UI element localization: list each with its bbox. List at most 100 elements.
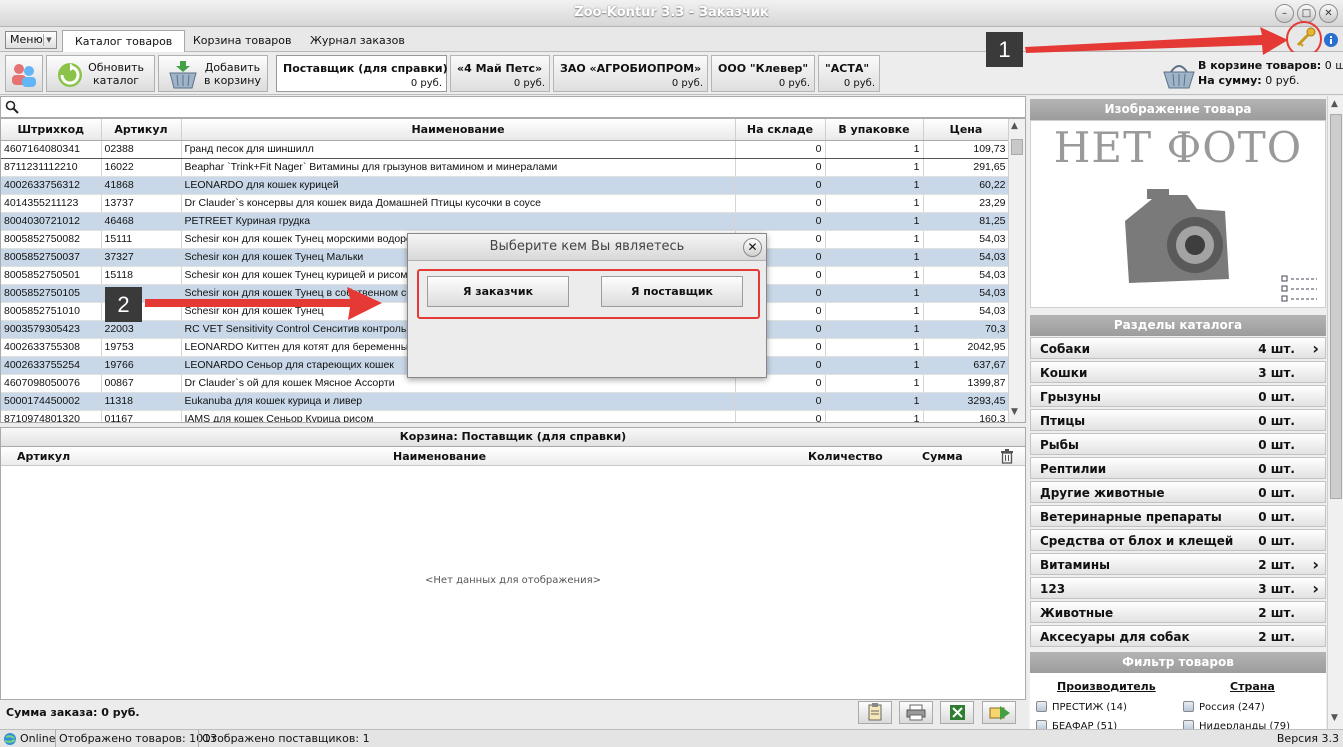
print-button[interactable]: [899, 701, 933, 724]
category-item[interactable]: Животные 2 шт.: [1030, 601, 1326, 623]
table-cell: 37327: [101, 248, 182, 267]
table-cell: 8005852750082: [1, 230, 102, 249]
table-row[interactable]: 8711231112210 16022 Beaphar `Trink+Fit Nag…: [1, 158, 1010, 177]
category-item[interactable]: Собаки 4 шт. ›: [1030, 337, 1326, 359]
supplier-button[interactable]: Я поставщик: [601, 276, 743, 307]
scroll-up-icon[interactable]: ▲: [1011, 121, 1018, 131]
role-dialog: Выберите кем Вы являетесь ✕ Я заказчик Я…: [407, 233, 767, 378]
category-item[interactable]: Грызуны 0 шт.: [1030, 385, 1326, 407]
table-cell: Beaphar `Trink+Fit Nager` Витамины для г…: [181, 158, 736, 177]
cart-sum-value: 0 руб.: [1265, 74, 1300, 87]
dialog-close-icon[interactable]: ✕: [743, 238, 762, 257]
right-panel-scrollbar[interactable]: ▲ ▼: [1327, 96, 1343, 729]
category-count: 0 шт.: [1258, 438, 1295, 452]
users-button[interactable]: [5, 55, 43, 92]
catalog-col-header[interactable]: Цена: [923, 119, 1010, 141]
catalog-col-header[interactable]: Штрихкод: [1, 119, 102, 141]
table-row[interactable]: 4002633756312 41868 LEONARDO для кошек кур…: [1, 176, 1010, 195]
table-cell: 54,03: [923, 230, 1010, 249]
table-row[interactable]: 4607164080341 02388 Гранд песок для шиншил…: [1, 139, 1010, 159]
category-item[interactable]: Рептилии 0 шт.: [1030, 457, 1326, 479]
add-to-cart-button[interactable]: Добавить в корзину: [158, 55, 268, 92]
table-row[interactable]: 5000174450002 11318 Eukanuba для кошек кур…: [1, 392, 1010, 411]
table-cell: 19766: [101, 356, 182, 375]
scroll-down-icon[interactable]: ▼: [1011, 407, 1018, 417]
table-cell: 0: [735, 410, 826, 422]
filter-country-item[interactable]: Россия (247): [1183, 701, 1265, 713]
catalog-col-header[interactable]: На складе: [735, 119, 826, 141]
search-input[interactable]: [0, 96, 1026, 118]
supplier-sum: 0 руб.: [410, 78, 442, 89]
supplier-tab-klever[interactable]: ООО "Клевер" 0 руб.: [711, 55, 815, 92]
trash-icon[interactable]: [1000, 449, 1014, 464]
filter-producer-item[interactable]: ПРЕСТИЖ (14): [1036, 701, 1127, 713]
catalog-col-header[interactable]: Наименование: [181, 119, 736, 141]
category-name: Грызуны: [1040, 390, 1102, 404]
info-icon[interactable]: [1323, 32, 1339, 48]
send-icon: [989, 706, 1010, 720]
cart-col-name[interactable]: Наименование: [393, 450, 486, 463]
list-view-icon[interactable]: [1281, 275, 1319, 303]
filter-country-label[interactable]: Страна: [1230, 680, 1275, 693]
category-item[interactable]: Аксесуары для собак 2 шт.: [1030, 625, 1326, 647]
status-version: Версия 3.3: [1276, 732, 1339, 745]
category-name: Рыбы: [1040, 438, 1079, 452]
menu-button[interactable]: Меню ▼: [5, 31, 57, 49]
table-cell: 8710974801320: [1, 410, 102, 422]
chevron-right-icon[interactable]: ›: [1312, 339, 1319, 358]
supplier-tab-reference[interactable]: Поставщик (для справки) 0 руб.: [276, 55, 448, 92]
tab-cart[interactable]: Корзина товаров: [181, 30, 304, 52]
table-cell: 8005852750037: [1, 248, 102, 267]
empty-message: <Нет данных для отображения>: [425, 575, 601, 586]
chevron-right-icon[interactable]: ›: [1312, 579, 1319, 598]
supplier-tab-agrobioprom[interactable]: ЗАО «АГРОБИОПРОМ» 0 руб.: [553, 55, 708, 92]
checkbox[interactable]: [1036, 701, 1047, 712]
category-item[interactable]: Другие животные 0 шт.: [1030, 481, 1326, 503]
supplier-tab-4may[interactable]: «4 Май Петс» 0 руб.: [450, 55, 550, 92]
table-cell: 1: [825, 266, 924, 285]
chevron-right-icon[interactable]: ›: [1312, 555, 1319, 574]
category-item[interactable]: Кошки 3 шт.: [1030, 361, 1326, 383]
category-name: Витамины: [1040, 558, 1110, 572]
category-item[interactable]: 123 3 шт. ›: [1030, 577, 1326, 599]
category-item[interactable]: Рыбы 0 шт.: [1030, 433, 1326, 455]
category-count: 0 шт.: [1258, 510, 1295, 524]
category-item[interactable]: Птицы 0 шт.: [1030, 409, 1326, 431]
category-item[interactable]: Средства от блох и клещей 0 шт.: [1030, 529, 1326, 551]
table-row[interactable]: 8004030721012 46468 PETREET Куриная грудка…: [1, 212, 1010, 231]
catalog-col-header[interactable]: Артикул: [101, 119, 182, 141]
checkbox[interactable]: [1183, 701, 1194, 712]
category-item[interactable]: Ветеринарные препараты 0 шт.: [1030, 505, 1326, 527]
cart-col-sum[interactable]: Сумма: [922, 450, 963, 463]
category-name: Рептилии: [1040, 462, 1107, 476]
refresh-catalog-button[interactable]: Обновить каталог: [46, 55, 155, 92]
scroll-down-icon[interactable]: ▼: [1331, 713, 1338, 723]
supplier-name: Поставщик (для справки): [283, 62, 448, 75]
catalog-col-header[interactable]: В упаковке: [825, 119, 924, 141]
catalog-scrollbar[interactable]: ▲ ▼: [1008, 119, 1025, 422]
scroll-up-icon[interactable]: ▲: [1331, 99, 1338, 109]
table-row[interactable]: 8710974801320 01167 IAMS для кошек Сеньор …: [1, 410, 1010, 422]
tab-catalog[interactable]: Каталог товаров: [62, 30, 186, 52]
supplier-tab-asta[interactable]: "АСТА" 0 руб.: [818, 55, 880, 92]
tab-orders[interactable]: Журнал заказов: [298, 30, 417, 52]
table-cell: 3293,45: [923, 392, 1010, 411]
table-cell: PETREET Куриная грудка: [181, 212, 736, 231]
clipboard-button[interactable]: [858, 701, 892, 724]
toolbar: Обновить каталог Добавить в корзину Постав…: [0, 52, 1343, 95]
cart-col-quantity[interactable]: Количество: [808, 450, 883, 463]
table-cell: 1: [825, 302, 924, 321]
send-order-button[interactable]: [982, 701, 1016, 724]
cart-col-article[interactable]: Артикул: [17, 450, 70, 463]
category-item[interactable]: Витамины 2 шт. ›: [1030, 553, 1326, 575]
category-name: Аксесуары для собак: [1040, 630, 1190, 644]
table-cell: IAMS для кошек Сеньор Курица рисом: [181, 410, 736, 422]
scroll-thumb[interactable]: [1330, 114, 1342, 499]
scroll-thumb[interactable]: [1011, 139, 1023, 155]
table-row[interactable]: 4014355211123 13737 Dr Clauder`s консервы …: [1, 194, 1010, 213]
export-excel-button[interactable]: [940, 701, 974, 724]
order-sum: Сумма заказа: 0 руб.: [6, 706, 140, 719]
filter-producer-label[interactable]: Производитель: [1057, 680, 1156, 693]
customer-button[interactable]: Я заказчик: [427, 276, 569, 307]
refresh-label-line1: Обновить: [88, 61, 144, 74]
